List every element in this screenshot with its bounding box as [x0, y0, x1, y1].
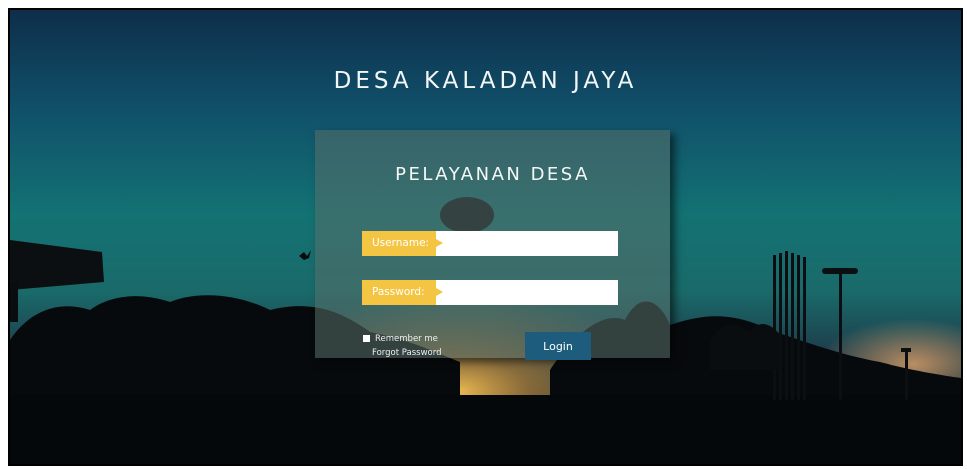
- remember-me-label: Remember me: [375, 334, 438, 344]
- username-label-tag: Username:: [362, 231, 443, 256]
- checkbox-icon[interactable]: [363, 335, 370, 342]
- password-input[interactable]: [444, 280, 618, 305]
- username-input[interactable]: [444, 231, 618, 256]
- arrow-right-icon: [436, 288, 443, 296]
- forgot-password-link[interactable]: Forgot Password: [372, 348, 441, 358]
- site-title: DESA KALADAN JAYA: [333, 68, 638, 94]
- arrow-right-icon: [436, 239, 443, 247]
- remember-me-checkbox[interactable]: Remember me: [363, 334, 438, 344]
- login-panel: PELAYANAN DESA Username: Password: Remem…: [315, 130, 670, 360]
- login-panel-title: PELAYANAN DESA: [395, 164, 590, 185]
- username-label: Username:: [372, 237, 430, 249]
- page-frame: DESA KALADAN JAYA PELAYANAN DESA Usernam…: [8, 8, 963, 466]
- password-label: Password:: [372, 286, 425, 298]
- password-field[interactable]: Password:: [362, 280, 618, 305]
- login-button[interactable]: Login: [525, 332, 591, 360]
- username-field[interactable]: Username:: [362, 231, 618, 256]
- password-label-tag: Password:: [362, 280, 443, 305]
